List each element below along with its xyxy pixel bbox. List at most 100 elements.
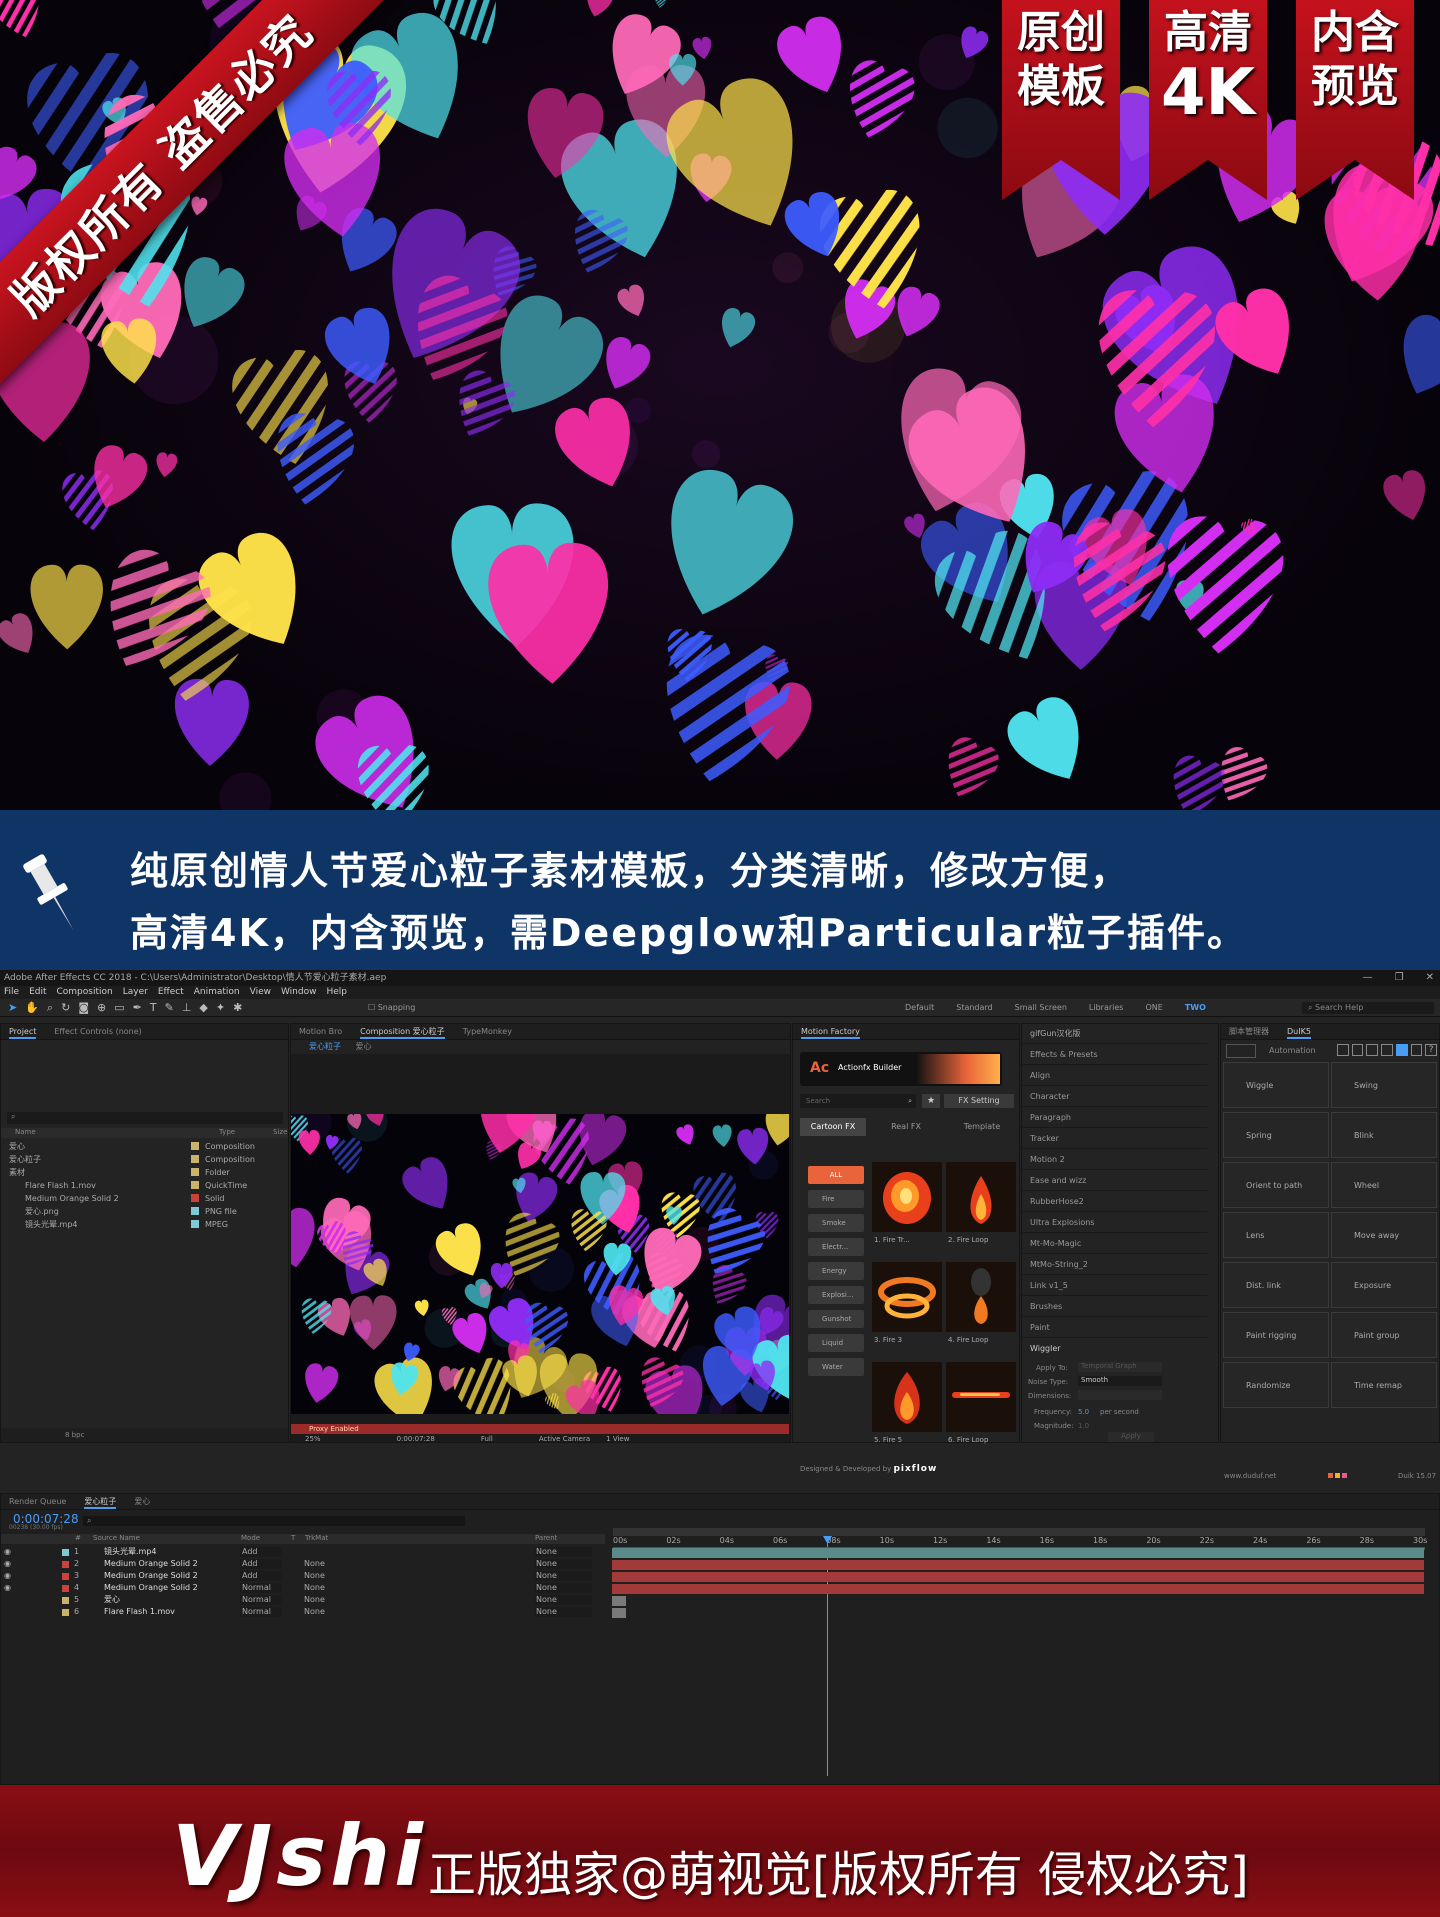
col-type[interactable]: Type <box>219 1128 235 1136</box>
favorite-star-icon[interactable]: ★ <box>922 1094 940 1108</box>
layer-trkmat[interactable]: None <box>304 1582 325 1594</box>
layer-row[interactable]: ◉ 2 Medium Orange Solid 2 Add None None <box>0 1558 604 1570</box>
eye-icon[interactable]: ◉ <box>4 1558 11 1570</box>
apply-button[interactable]: Apply <box>1108 1432 1154 1442</box>
tab-typemonkey[interactable]: TypeMonkey <box>463 1024 512 1039</box>
fx-thumbnail[interactable] <box>872 1262 942 1332</box>
dimensions-select[interactable] <box>1078 1390 1162 1400</box>
close-icon[interactable]: ✕ <box>1426 970 1434 986</box>
crumb-heart[interactable]: 爱心 <box>356 1042 372 1051</box>
restore-icon[interactable]: ❐ <box>1395 970 1404 986</box>
wrench-icon[interactable] <box>1410 1044 1423 1056</box>
brush-tool-icon[interactable]: ✎ <box>165 1001 174 1015</box>
workspace-one[interactable]: ONE <box>1145 1003 1162 1012</box>
project-item[interactable]: 爱心 Composition <box>1 1140 288 1153</box>
panel-paint[interactable]: Paint <box>1022 1318 1207 1338</box>
layer-name[interactable]: Flare Flash 1.mov <box>104 1606 175 1618</box>
duik-button[interactable]: Move away <box>1331 1212 1437 1258</box>
duik-button[interactable]: Orient to path <box>1223 1162 1329 1208</box>
panel-align[interactable]: Align <box>1022 1066 1207 1086</box>
layer-name[interactable]: Medium Orange Solid 2 <box>104 1582 198 1594</box>
duik-button[interactable]: Wheel <box>1331 1162 1437 1208</box>
project-item[interactable]: 素材 Folder <box>1 1166 288 1179</box>
camera-select[interactable]: Active Camera <box>539 1435 590 1445</box>
tab-script-manager[interactable]: 脚本管理器 <box>1229 1024 1269 1039</box>
tab-effect-controls[interactable]: Effect Controls (none) <box>54 1024 141 1039</box>
menu-composition[interactable]: Composition <box>57 986 113 999</box>
mf-category[interactable]: Energy <box>808 1262 864 1280</box>
tab-motion-bro[interactable]: Motion Bro <box>299 1024 342 1039</box>
workspace-two[interactable]: TWO <box>1185 1003 1206 1012</box>
selection-tool-icon[interactable]: ➤ <box>8 1001 17 1015</box>
duik-button[interactable]: Swing <box>1331 1062 1437 1108</box>
mf-category[interactable]: Explosi... <box>808 1286 864 1304</box>
rotate-tool-icon[interactable]: ↻ <box>61 1001 70 1015</box>
menu-view[interactable]: View <box>250 986 271 999</box>
bone-icon[interactable] <box>1337 1044 1349 1056</box>
layer-parent[interactable]: None <box>534 1559 592 1569</box>
fx-thumbnail[interactable] <box>946 1162 1016 1232</box>
mf-category[interactable]: Electr... <box>808 1238 864 1256</box>
layer-name[interactable]: Medium Orange Solid 2 <box>104 1570 198 1582</box>
panel-tracker[interactable]: Tracker <box>1022 1129 1207 1149</box>
layer-mode[interactable]: Normal <box>240 1595 282 1605</box>
frequency-value[interactable]: 5.0 <box>1078 1408 1089 1416</box>
clone-tool-icon[interactable]: ⊥ <box>182 1001 192 1015</box>
layer-duration-bar[interactable] <box>612 1560 1424 1570</box>
layer-row[interactable]: ◉ 1 镜头光晕.mp4 Add None <box>0 1546 604 1558</box>
layer-row[interactable]: 6 Flare Flash 1.mov Normal None None <box>0 1606 604 1618</box>
duik-site[interactable]: www.duduf.net <box>1224 1472 1276 1480</box>
layer-duration-bar[interactable] <box>612 1548 1424 1558</box>
panel-link[interactable]: Link v1_5 <box>1022 1276 1207 1296</box>
work-area-bar[interactable] <box>613 1528 1425 1536</box>
col-name[interactable]: Name <box>15 1128 36 1136</box>
duik-button[interactable]: Blink <box>1331 1112 1437 1158</box>
layer-trkmat[interactable]: None <box>304 1606 325 1618</box>
magnitude-value[interactable]: 1.0 <box>1078 1422 1089 1430</box>
eye-icon[interactable]: ◉ <box>4 1546 11 1558</box>
project-search-input[interactable]: ⌕ <box>7 1112 283 1124</box>
layer-trkmat[interactable]: None <box>304 1570 325 1582</box>
layer-trkmat[interactable]: None <box>304 1594 325 1606</box>
panel-brushes[interactable]: Brushes <box>1022 1297 1207 1317</box>
layer-name[interactable]: Medium Orange Solid 2 <box>104 1558 198 1570</box>
pan-behind-tool-icon[interactable]: ⊕ <box>97 1001 106 1015</box>
layer-trkmat[interactable]: None <box>304 1558 325 1570</box>
mf-category[interactable]: Smoke <box>808 1214 864 1232</box>
panel-character[interactable]: Character <box>1022 1087 1207 1107</box>
layer-duration-bar[interactable] <box>612 1596 626 1606</box>
project-item[interactable]: Medium Orange Solid 2 Solid <box>1 1192 288 1205</box>
layer-row[interactable]: ◉ 3 Medium Orange Solid 2 Add None None <box>0 1570 604 1582</box>
layer-parent[interactable]: None <box>534 1607 592 1617</box>
mf-category[interactable]: Water <box>808 1358 864 1376</box>
hand-tool-icon[interactable]: ✋ <box>25 1001 39 1015</box>
layer-duration-bar[interactable] <box>612 1584 1424 1594</box>
workspace-default[interactable]: Default <box>905 1003 934 1012</box>
resolution-select[interactable]: Full <box>481 1435 493 1445</box>
layer-row[interactable]: ◉ 4 Medium Orange Solid 2 Normal None None <box>0 1582 604 1594</box>
duik-mode-icon[interactable] <box>1226 1044 1256 1058</box>
search-help-field[interactable]: ⌕ Search Help <box>1302 1002 1434 1014</box>
minimize-icon[interactable]: — <box>1363 970 1373 986</box>
grid-icon[interactable] <box>1381 1044 1393 1056</box>
fx-thumbnail[interactable] <box>946 1362 1016 1432</box>
eye-icon[interactable]: ◉ <box>4 1570 11 1582</box>
panel-mt-mo-magic[interactable]: Mt-Mo-Magic <box>1022 1234 1207 1254</box>
layer-mode[interactable]: Add <box>240 1559 282 1569</box>
fx-setting-button[interactable]: FX Setting <box>944 1094 1014 1108</box>
col-size[interactable]: Size <box>273 1128 287 1136</box>
tab-render-queue[interactable]: Render Queue <box>9 1494 66 1509</box>
tab-timeline-particles[interactable]: 爱心粒子 <box>84 1494 117 1509</box>
snapping-checkbox[interactable]: ☐ Snapping <box>368 1003 415 1012</box>
viewer-timecode[interactable]: 0:00:07:28 <box>397 1435 435 1445</box>
zoom-select[interactable]: 25% <box>305 1435 321 1445</box>
mf-category[interactable]: ALL <box>808 1166 864 1184</box>
mf-category[interactable]: Gunshot <box>808 1310 864 1328</box>
menu-effect[interactable]: Effect <box>158 986 184 999</box>
timeline-search-input[interactable]: ⌕ <box>83 1516 465 1526</box>
duik-button[interactable]: Spring <box>1223 1112 1329 1158</box>
panel-motion2[interactable]: Motion 2 <box>1022 1150 1207 1170</box>
fx-thumbnail[interactable] <box>872 1162 942 1232</box>
link-icon[interactable] <box>1351 1044 1364 1056</box>
tab-duik[interactable]: DuIK5 <box>1287 1024 1311 1039</box>
